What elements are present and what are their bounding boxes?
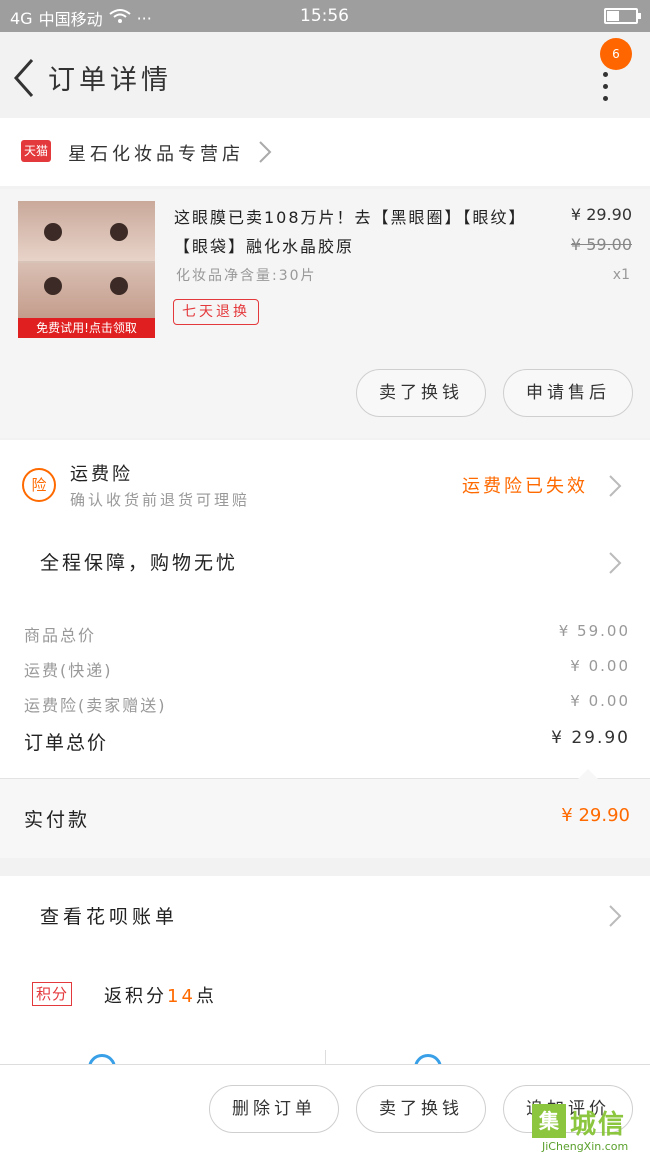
product-price: ¥ 29.90 bbox=[570, 205, 632, 224]
navigation-header: 订单详情 6 bbox=[0, 32, 650, 118]
eye-icon bbox=[44, 277, 62, 295]
watermark: 集 城信 JiChengXin.com bbox=[532, 1104, 650, 1155]
status-left: 4G 中国移动 ··· bbox=[10, 6, 152, 30]
sell-button[interactable]: 卖了换钱 bbox=[356, 369, 486, 417]
insurance-icon: 险 bbox=[22, 468, 56, 502]
status-time: 15:56 bbox=[300, 6, 349, 26]
sell-button-bottom[interactable]: 卖了换钱 bbox=[356, 1085, 486, 1133]
tmall-logo: 天猫 bbox=[21, 140, 51, 162]
order-total-label: 订单总价 bbox=[24, 732, 109, 754]
points-badge: 积分 bbox=[32, 982, 73, 1006]
notification-badge: 6 bbox=[600, 38, 632, 70]
product-spec: 化妆品净含量:30片 bbox=[176, 268, 317, 284]
points-suffix: 点 bbox=[195, 986, 217, 1007]
points-amount: 14 bbox=[167, 986, 196, 1007]
chevron-right-icon bbox=[608, 549, 622, 582]
watermark-name: 城信 bbox=[570, 1110, 627, 1140]
status-bar: 4G 中国移动 ··· 15:56 bbox=[0, 0, 650, 32]
delete-order-button[interactable]: 删除订单 bbox=[209, 1085, 339, 1133]
chevron-right-icon bbox=[608, 472, 622, 505]
huabei-bill-row[interactable]: 查看花呗账单 bbox=[0, 876, 650, 956]
dot-icon bbox=[603, 84, 608, 89]
eye-icon bbox=[110, 223, 128, 241]
summary-row: 运费(快递) ¥ 0.00 bbox=[0, 657, 650, 687]
order-total-value: ¥ 29.90 bbox=[551, 728, 630, 748]
summary-value: ¥ 0.00 bbox=[570, 657, 630, 675]
summary-label: 运费(快递) bbox=[24, 661, 113, 680]
product-quantity: x1 bbox=[612, 267, 630, 283]
actual-payment-value: ¥ 29.90 bbox=[561, 805, 630, 826]
product-original-price: ¥ 59.00 bbox=[570, 235, 632, 254]
image-promo-banner: 免费试用!点击领取 bbox=[18, 318, 155, 338]
product-image-top bbox=[18, 201, 155, 261]
chevron-right-icon bbox=[258, 134, 272, 171]
summary-label: 商品总价 bbox=[24, 626, 97, 645]
insurance-status: 运费险已失效 bbox=[462, 476, 588, 497]
actual-payment-row: 实付款 ¥ 29.90 bbox=[0, 769, 650, 858]
chevron-right-icon bbox=[608, 902, 622, 935]
after-sale-button[interactable]: 申请售后 bbox=[503, 369, 633, 417]
points-text: 返积分14点 bbox=[104, 982, 217, 1008]
chevron-left-icon bbox=[13, 59, 34, 97]
shipping-insurance-row[interactable]: 险 运费险 确认收货前退货可理赔 运费险已失效 bbox=[0, 440, 650, 525]
points-prefix: 返积分 bbox=[104, 986, 167, 1007]
product-name[interactable]: 这眼膜已卖108万片！去【黑眼圈】【眼纹】【眼袋】融化水晶胶原 bbox=[174, 203, 554, 261]
eye-icon bbox=[44, 223, 62, 241]
summary-row: 运费险(卖家赠送) ¥ 0.00 bbox=[0, 692, 650, 722]
guarantee-row[interactable]: 全程保障，购物无忧 bbox=[0, 525, 650, 600]
back-button[interactable] bbox=[6, 50, 46, 100]
product-image[interactable]: 免费试用!点击领取 bbox=[18, 201, 155, 338]
watermark-logo: 集 bbox=[532, 1104, 566, 1138]
watermark-url: JiChengXin.com bbox=[542, 1140, 629, 1153]
product-image-bottom bbox=[18, 263, 155, 318]
more-dots: ··· bbox=[136, 8, 152, 28]
summary-label: 运费险(卖家赠送) bbox=[24, 696, 167, 715]
eye-icon bbox=[110, 277, 128, 295]
insurance-title: 运费险 bbox=[70, 464, 133, 485]
signal-icon: 4G bbox=[10, 8, 33, 28]
points-row: 积分 返积分14点 bbox=[0, 956, 650, 1082]
column-divider bbox=[325, 1050, 326, 1064]
pointer-notch bbox=[578, 769, 598, 779]
store-row[interactable]: 天猫 星石化妆品专营店 bbox=[0, 118, 650, 186]
store-name: 星石化妆品专营店 bbox=[68, 144, 244, 165]
summary-value: ¥ 0.00 bbox=[570, 692, 630, 710]
summary-value: ¥ 59.00 bbox=[558, 622, 630, 640]
insurance-subtitle: 确认收货前退货可理赔 bbox=[70, 491, 251, 509]
dot-icon bbox=[603, 72, 608, 77]
actual-payment-label: 实付款 bbox=[24, 809, 91, 831]
order-total-row: 订单总价 ¥ 29.90 bbox=[0, 728, 650, 758]
huabei-bill-label: 查看花呗账单 bbox=[40, 906, 179, 928]
dot-icon bbox=[603, 96, 608, 101]
page-title: 订单详情 bbox=[48, 65, 172, 96]
carrier-label: 中国移动 bbox=[38, 10, 103, 29]
price-summary: 商品总价 ¥ 59.00 运费(快递) ¥ 0.00 运费险(卖家赠送) ¥ 0… bbox=[0, 600, 650, 778]
wifi-icon bbox=[108, 8, 131, 28]
product-card[interactable]: 免费试用!点击领取 这眼膜已卖108万片！去【黑眼圈】【眼纹】【眼袋】融化水晶胶… bbox=[0, 189, 650, 438]
return-policy-tag: 七天退换 bbox=[173, 299, 259, 325]
summary-row: 商品总价 ¥ 59.00 bbox=[0, 622, 650, 652]
more-menu-button[interactable] bbox=[590, 62, 620, 122]
guarantee-label: 全程保障，购物无忧 bbox=[40, 552, 239, 574]
battery-icon bbox=[604, 8, 641, 24]
